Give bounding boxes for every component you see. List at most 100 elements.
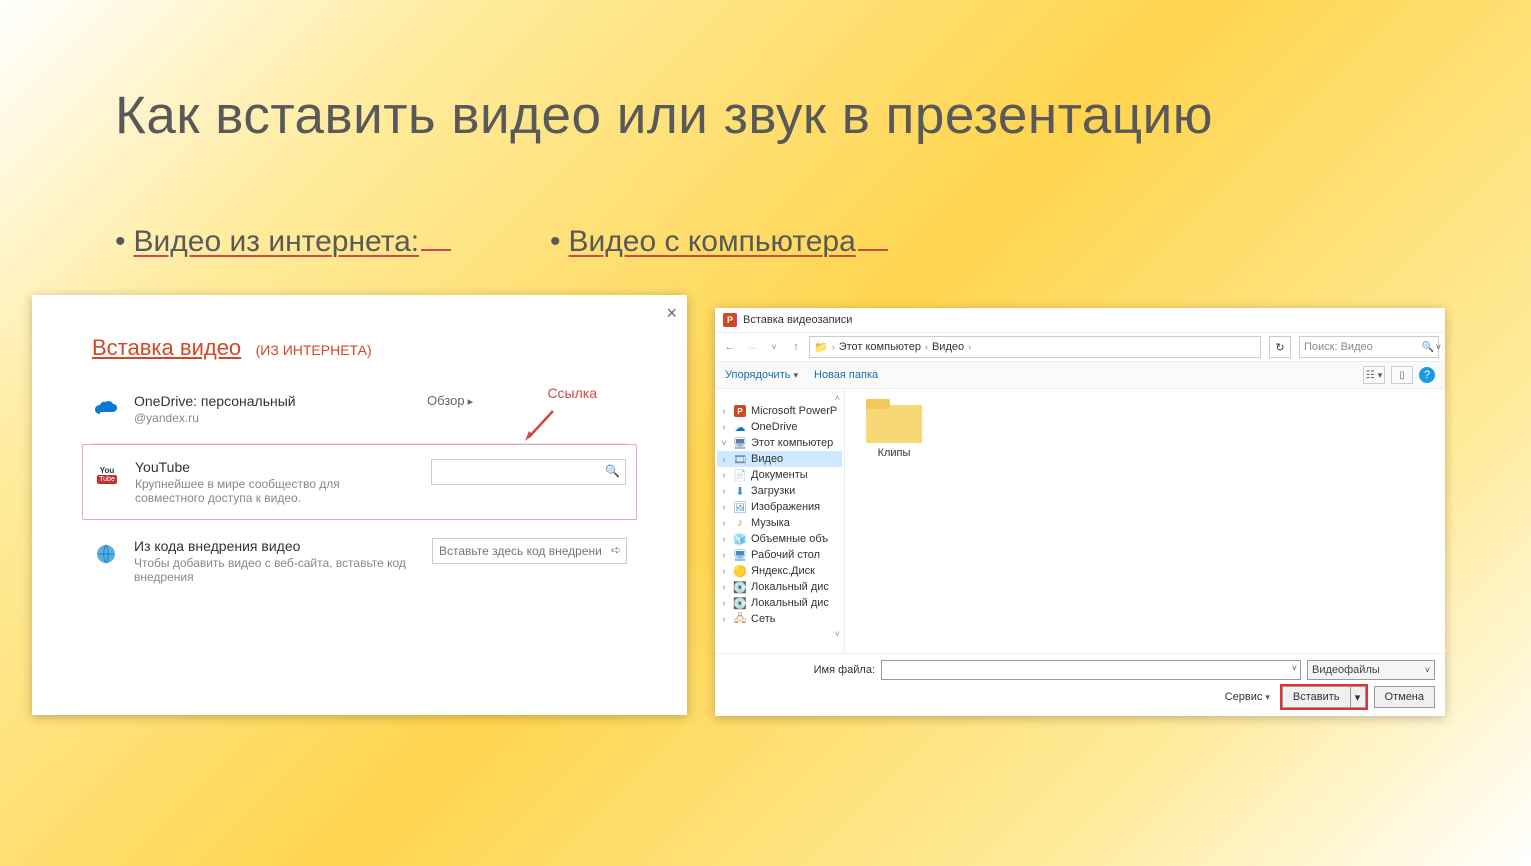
onedrive-icon (92, 395, 120, 423)
browse-link[interactable]: Обзор (427, 393, 473, 408)
chevron-down-icon: ˅ (1425, 665, 1430, 675)
tree-item[interactable]: ›⬇Загрузки (717, 483, 842, 499)
tree-item[interactable]: ›PMicrosoft PowerP (717, 403, 842, 419)
search-icon[interactable]: 🔍 (605, 464, 620, 478)
file-open-dialog: P Вставка видеозаписи ← → ˅ ↑ 📁 › Этот к… (715, 308, 1445, 716)
tree-caret-icon[interactable]: › (719, 598, 729, 608)
breadcrumb-seg-0[interactable]: Этот компьютер (839, 341, 921, 353)
tree-label: Музыка (751, 517, 790, 529)
folder-item[interactable]: Клипы (859, 399, 929, 459)
tree-item[interactable]: ›📄Документы (717, 467, 842, 483)
refresh-button[interactable]: ↻ (1269, 336, 1291, 358)
search-icon: 🔍 (1422, 342, 1434, 353)
chevron-down-icon[interactable]: ˅ (1436, 342, 1441, 352)
dialog-title: Вставка видео (92, 335, 241, 360)
tree-caret-icon[interactable]: › (719, 566, 729, 576)
embed-code-input[interactable] (432, 538, 627, 564)
dialog-subtitle: (ИЗ ИНТЕРНЕТА) (256, 342, 372, 358)
tree-item[interactable]: ›💽Локальный дис (717, 579, 842, 595)
chevron-down-icon: ▾ (793, 370, 798, 380)
tree-icon: 🖥 (733, 436, 747, 450)
onedrive-row[interactable]: OneDrive: персональный @yandex.ru Обзор … (92, 375, 627, 444)
chevron-right-icon: › (925, 342, 928, 352)
filename-label: Имя файла: (814, 664, 875, 676)
chevron-down-icon: ▾ (1265, 692, 1270, 702)
onedrive-title: OneDrive: персональный (134, 393, 413, 409)
bullet-internet: •Видео из интернета: (115, 225, 451, 259)
tree-caret-icon[interactable]: › (719, 406, 729, 416)
tree-caret-icon[interactable]: › (719, 582, 729, 592)
file-list[interactable]: Клипы (845, 389, 1445, 653)
chevron-down-icon[interactable]: ˅ (1292, 663, 1297, 673)
breadcrumb[interactable]: 📁 › Этот компьютер › Видео › ˅ (809, 336, 1261, 358)
youtube-row[interactable]: You Tube YouTube Крупнейшее в мире сообщ… (82, 444, 637, 520)
bullet-internet-text: Видео из интернета: (134, 225, 420, 258)
tree-item[interactable]: ›🖼Изображения (717, 499, 842, 515)
tree-caret-icon[interactable]: › (719, 470, 729, 480)
help-icon[interactable]: ? (1419, 367, 1435, 383)
folder-label: Клипы (878, 447, 911, 459)
filetype-combo[interactable]: Видеофайлы ˅ (1307, 660, 1435, 680)
tree-item[interactable]: ›🎞Видео (717, 451, 842, 467)
annotation-label: Ссылка (547, 385, 597, 401)
dialog-footer: Имя файла: ˅ Видеофайлы ˅ Сервис▾ Встави… (715, 653, 1445, 716)
tree-icon: ♪ (733, 516, 747, 530)
close-icon[interactable]: × (666, 303, 677, 324)
tree-item[interactable]: ›🧊Объемные объ (717, 531, 842, 547)
tree-icon: 🧊 (733, 532, 747, 546)
bullet-dot: • (550, 225, 561, 258)
up-button[interactable]: ↑ (787, 341, 805, 353)
tree-caret-icon[interactable]: › (719, 534, 729, 544)
tree-label: Этот компьютер (751, 437, 833, 449)
tree-caret-icon[interactable]: › (719, 422, 729, 432)
nav-tree[interactable]: ˄ ›PMicrosoft PowerP›☁OneDrive ˅ 🖥 Этот ком… (715, 389, 845, 653)
tree-caret-icon[interactable]: › (719, 502, 729, 512)
youtube-sub: Крупнейшее в мире сообщество для совмест… (135, 477, 412, 505)
bullet-dot: • (115, 225, 126, 258)
recent-button[interactable]: ˅ (765, 342, 783, 352)
tree-caret-icon[interactable]: › (719, 518, 729, 528)
back-button[interactable]: ← (721, 341, 739, 353)
scroll-up-icon[interactable]: ˄ (717, 393, 842, 403)
insert-online-video-dialog: × Вставка видео (ИЗ ИНТЕРНЕТА) OneDrive:… (32, 295, 687, 715)
tree-caret-icon[interactable]: › (719, 614, 729, 624)
tree-label: Документы (751, 469, 808, 481)
globe-icon (92, 540, 120, 568)
tree-caret-icon[interactable]: ˅ (719, 438, 729, 448)
tree-label: Загрузки (751, 485, 795, 497)
search-input[interactable]: Поиск: Видео 🔍 (1299, 336, 1439, 358)
embed-row[interactable]: Из кода внедрения видео Чтобы добавить в… (92, 520, 627, 602)
filename-input[interactable] (881, 660, 1301, 680)
onedrive-sub: @yandex.ru (134, 411, 413, 425)
tree-item[interactable]: ›🖥Рабочий стол (717, 547, 842, 563)
search-placeholder: Поиск: Видео (1304, 341, 1373, 353)
breadcrumb-seg-1[interactable]: Видео (932, 341, 964, 353)
forward-button[interactable]: → (743, 341, 761, 353)
filetype-label: Видеофайлы (1312, 664, 1380, 676)
tree-item[interactable]: › ♪ Музыка (717, 515, 842, 531)
cancel-button[interactable]: Отмена (1374, 686, 1435, 708)
tree-item[interactable]: ›🖧Сеть (717, 611, 842, 627)
tree-item[interactable]: ›☁OneDrive (717, 419, 842, 435)
folder-icon (866, 399, 922, 443)
bullet-computer: •Видео с компьютера (550, 225, 888, 259)
tree-icon: 🎞 (733, 452, 747, 466)
tree-item[interactable]: ›🟡Яндекс.Диск (717, 563, 842, 579)
tools-button[interactable]: Сервис▾ (1225, 691, 1270, 703)
tree-icon: 💽 (733, 580, 747, 594)
tree-item[interactable]: ˅ 🖥 Этот компьютер (717, 435, 842, 451)
go-icon[interactable]: ➪ (611, 543, 621, 557)
tree-label: OneDrive (751, 421, 797, 433)
insert-dropdown-button[interactable]: ▾ (1350, 686, 1366, 708)
new-folder-button[interactable]: Новая папка (814, 369, 878, 381)
preview-pane-button[interactable]: ▯ (1391, 366, 1413, 384)
youtube-search-input[interactable] (431, 459, 626, 485)
tree-caret-icon[interactable]: › (719, 454, 729, 464)
view-button[interactable]: ☷▾ (1363, 366, 1385, 384)
insert-button[interactable]: Вставить (1282, 686, 1350, 708)
tree-caret-icon[interactable]: › (719, 486, 729, 496)
folder-icon: 📁 (814, 341, 828, 354)
organize-button[interactable]: Упорядочить▾ (725, 369, 798, 381)
scroll-down-icon[interactable]: ˅ (717, 629, 842, 639)
tree-caret-icon[interactable]: › (719, 550, 729, 560)
